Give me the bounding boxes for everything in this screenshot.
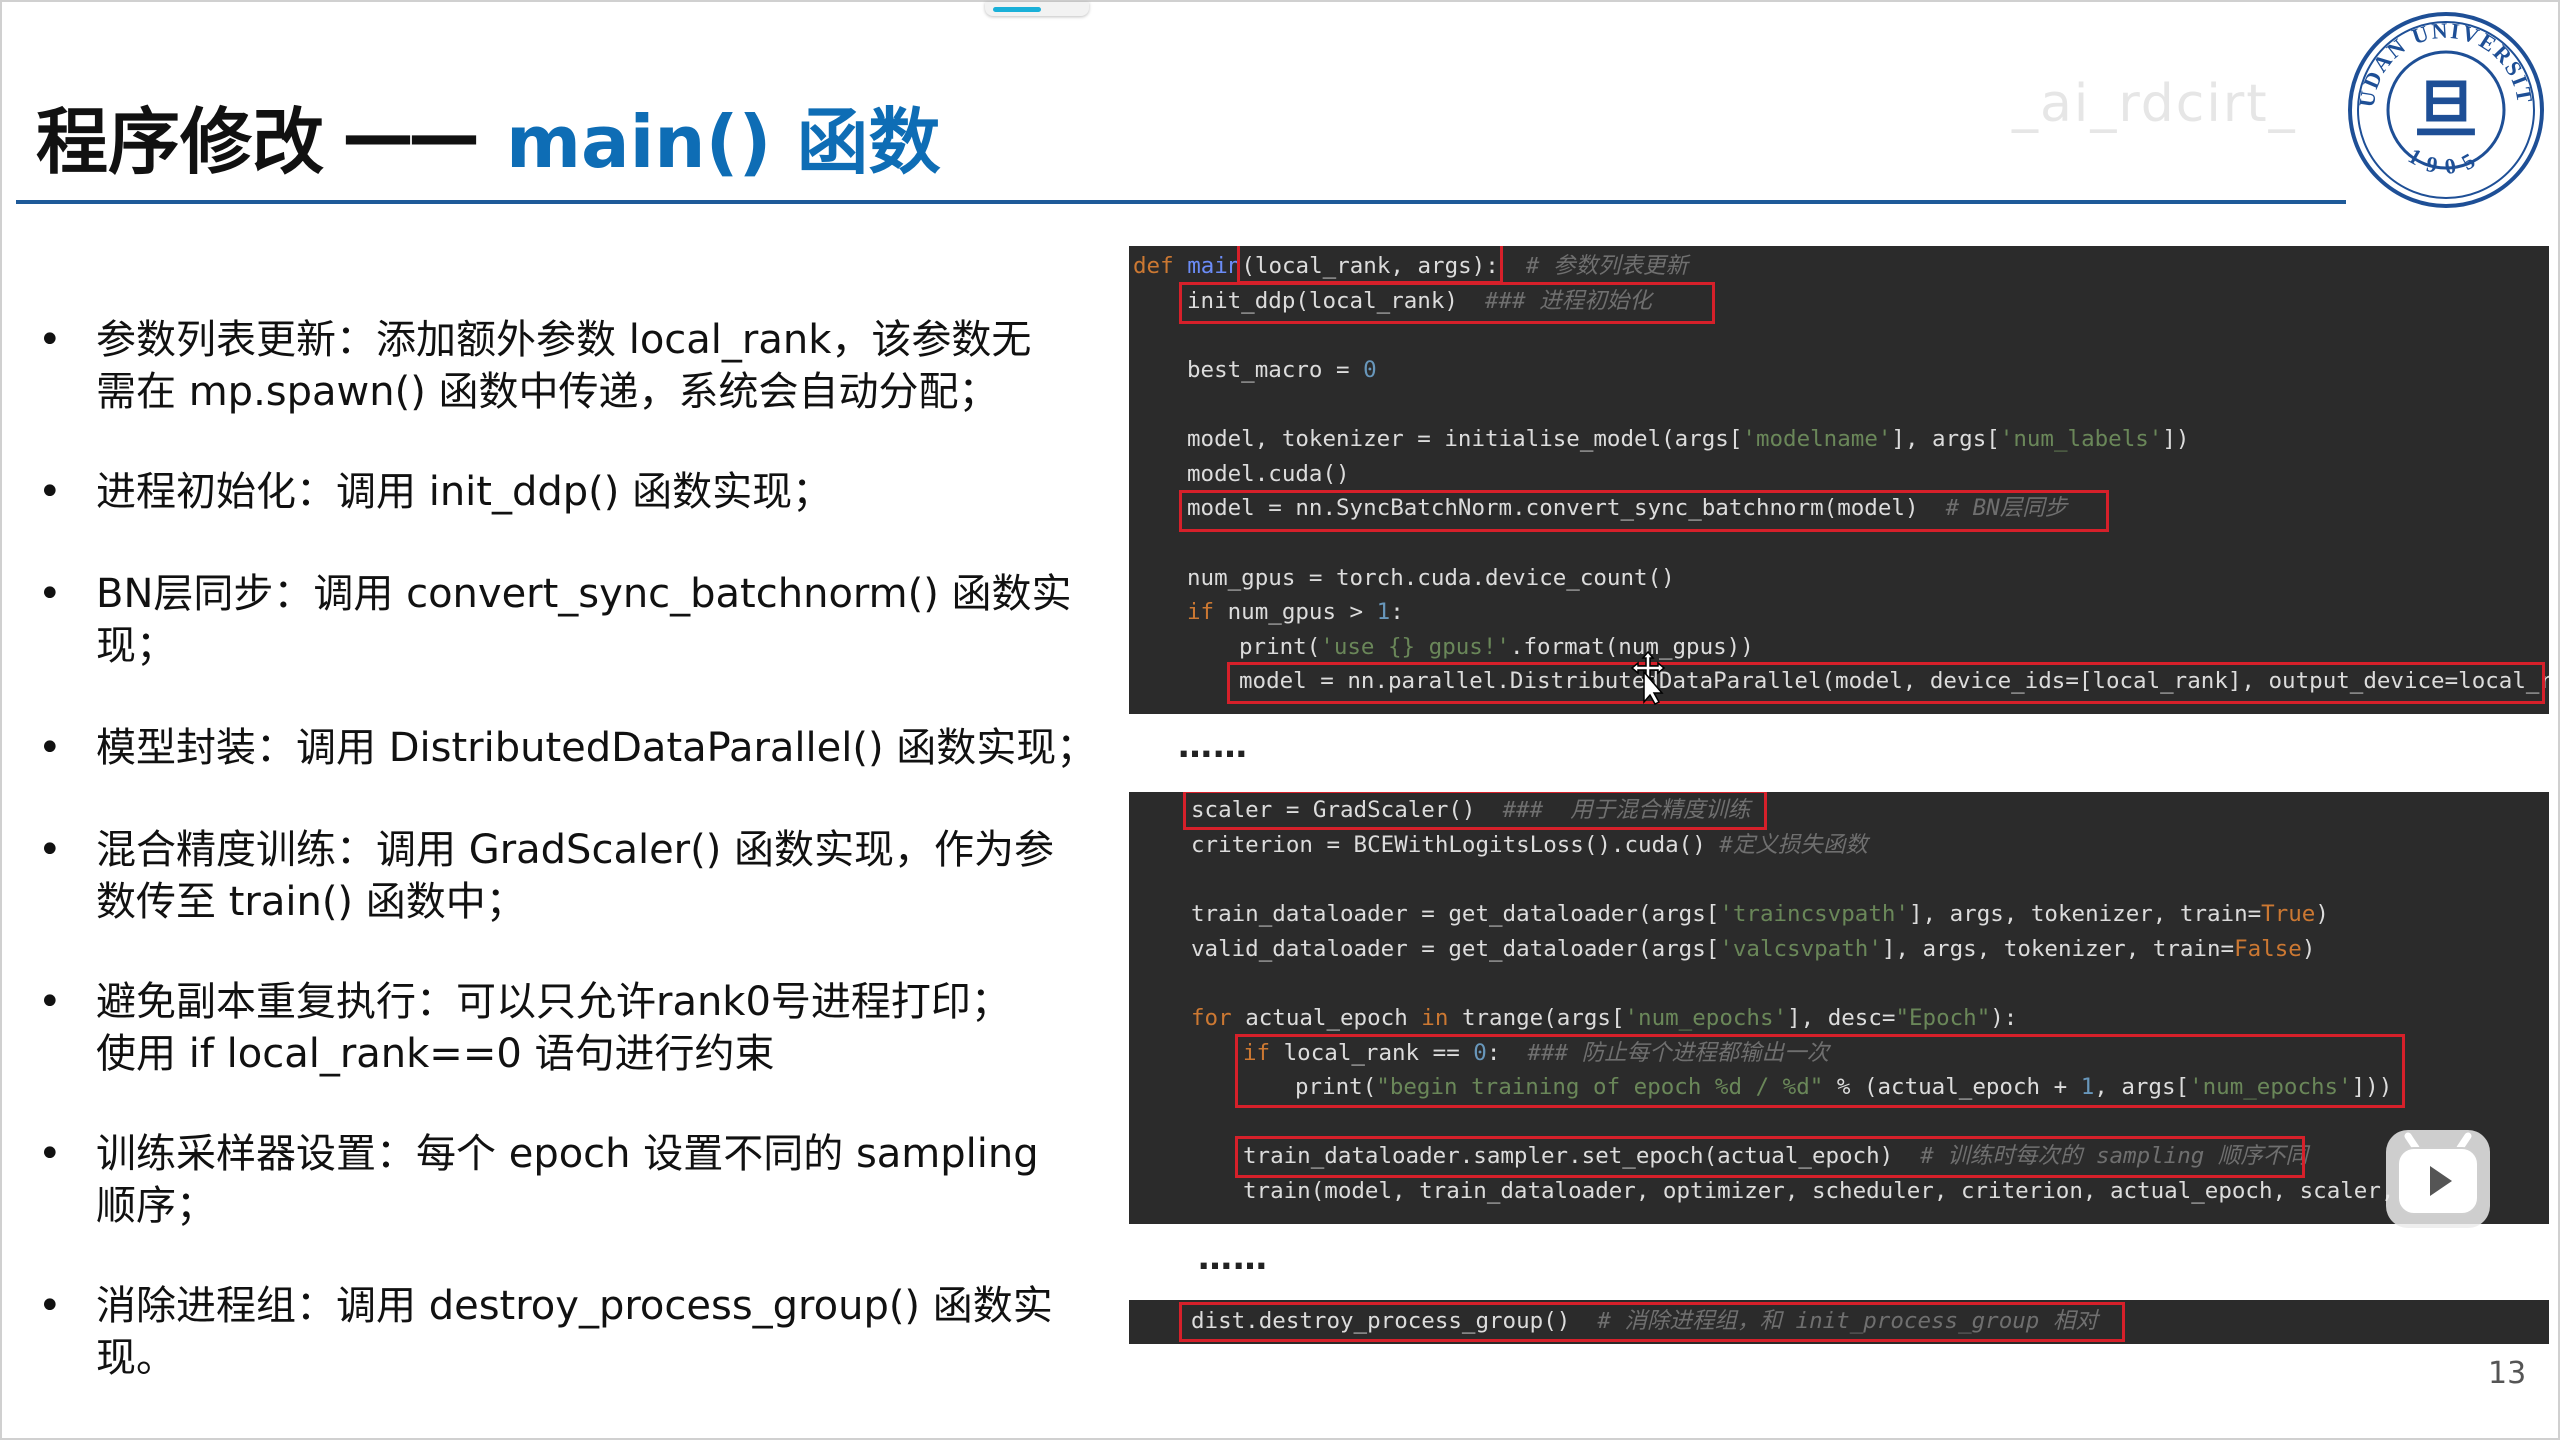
bullet-text: 训练采样器设置：每个 epoch 设置不同的 sampling <box>96 1131 1039 1177</box>
bullet-item: • 消除进程组：调用 destroy_process_group() 函数实现。 <box>32 1280 1102 1384</box>
bullet-dot: • <box>38 317 62 363</box>
code-block-training: scaler = GradScaler() ### 用于混合精度训练 crite… <box>1129 792 2549 1224</box>
bullet-dot: • <box>38 1131 62 1177</box>
play-icon <box>2397 1132 2479 1215</box>
code-line: criterion = BCEWithLogitsLoss().cuda() #… <box>1191 832 1868 858</box>
bullet-item: • 混合精度训练：调用 GradScaler() 函数实现，作为参 数传至 trai… <box>32 824 1102 928</box>
bullet-list: • 参数列表更新：添加额外参数 local_rank，该参数无 需在 mp.spaw… <box>32 314 1102 1434</box>
code-line: for actual_epoch in trange(args['num_epo… <box>1191 1005 2018 1031</box>
bullet-dot: • <box>38 571 62 617</box>
top-progress-bar <box>993 7 1041 12</box>
title-part2: main() 函数 <box>506 99 941 184</box>
bullet-item: • 参数列表更新：添加额外参数 local_rank，该参数无 需在 mp.spaw… <box>32 314 1102 418</box>
bullet-text: 消除进程组：调用 destroy_process_group() 函数实现。 <box>96 1283 1053 1381</box>
code-line: model, tokenizer = initialise_model(args… <box>1187 426 2190 452</box>
highlight-box <box>1179 490 2109 532</box>
code-line: train(model, train_dataloader, optimizer… <box>1243 1178 2476 1204</box>
bullet-text: 参数列表更新：添加额外参数 local_rank，该参数无 <box>96 317 1032 363</box>
logo-center-glyph: 旦 <box>2414 73 2478 148</box>
code-block-cleanup: dist.destroy_process_group() # 消除进程组，和 i… <box>1129 1300 2549 1344</box>
bullet-item: • 训练采样器设置：每个 epoch 设置不同的 sampling 顺序； <box>32 1128 1102 1232</box>
title-underline <box>16 200 2346 204</box>
page-number: 13 <box>2488 1356 2527 1391</box>
ellipsis: …… <box>1178 726 1248 766</box>
bullet-text: 需在 mp.spawn() 函数中传递，系统会自动分配； <box>96 369 999 415</box>
highlight-box <box>1227 662 2545 704</box>
code-line: print('use {} gpus!'.format(num_gpus)) <box>1239 634 1754 660</box>
bullet-item: • BN层同步：调用 convert_sync_batchnorm() 函数实现； <box>32 568 1102 672</box>
highlight-box <box>1235 1136 2305 1178</box>
fudan-university-logo: FUDAN UNIVERSITY 1905 旦 <box>2346 10 2544 208</box>
bullet-text: 数传至 train() 函数中； <box>96 879 526 925</box>
bullet-item: • 进程初始化：调用 init_ddp() 函数实现； <box>32 466 1102 518</box>
bullet-dot: • <box>38 725 62 771</box>
move-cursor-icon <box>1630 650 1666 705</box>
play-button[interactable] <box>2386 1130 2490 1228</box>
code-line: model.cuda() <box>1187 461 1350 487</box>
ellipsis: …… <box>1198 1238 1268 1278</box>
bullet-text: 混合精度训练：调用 GradScaler() 函数实现，作为参 <box>96 827 1055 873</box>
title-part1: 程序修改 <box>36 99 325 184</box>
bullet-text: BN层同步：调用 convert_sync_batchnorm() 函数实现； <box>96 571 1072 669</box>
highlight-box <box>1235 1034 2405 1108</box>
code-line: num_gpus = torch.cuda.device_count() <box>1187 565 1675 591</box>
bullet-text: 顺序； <box>96 1183 216 1229</box>
bullet-text: 使用 if local_rank==0 语句进行约束 <box>96 1031 775 1077</box>
highlight-box <box>1237 246 1503 284</box>
highlight-box <box>1183 792 1767 830</box>
bullet-dot: • <box>38 979 62 1025</box>
top-progress-indicator <box>985 2 1089 16</box>
bullet-dot: • <box>38 469 62 515</box>
highlight-box <box>1179 282 1715 324</box>
bullet-dot: • <box>38 827 62 873</box>
slide: 程序修改 —— main() 函数 _ai_rdcirt_ FUDAN UNIV… <box>0 0 2560 1440</box>
bullet-item: • 避免副本重复执行：可以只允许rank0号进程打印； 使用 if local_ra… <box>32 976 1102 1080</box>
bullet-text: 模型封装：调用 DistributedDataParallel() 函数实现； <box>96 725 1097 771</box>
bullet-item: • 模型封装：调用 DistributedDataParallel() 函数实现； <box>32 722 1102 774</box>
highlight-box <box>1179 1302 2125 1342</box>
code-line: valid_dataloader = get_dataloader(args['… <box>1191 936 2316 962</box>
code-block-main: def main(local_rank, args): # 参数列表更新 ini… <box>1129 246 2549 714</box>
title-dash: —— <box>342 93 480 177</box>
watermark: _ai_rdcirt_ <box>2012 74 2297 134</box>
code-line: train_dataloader = get_dataloader(args['… <box>1191 901 2329 927</box>
page-title: 程序修改 —— main() 函数 <box>36 90 940 184</box>
code-line: best_macro = 0 <box>1187 357 1377 383</box>
bullet-text: 避免副本重复执行：可以只允许rank0号进程打印； <box>96 979 1011 1025</box>
code-line: if num_gpus > 1: <box>1187 599 1404 625</box>
bullet-text: 进程初始化：调用 init_ddp() 函数实现； <box>96 469 833 515</box>
bullet-dot: • <box>38 1283 62 1329</box>
